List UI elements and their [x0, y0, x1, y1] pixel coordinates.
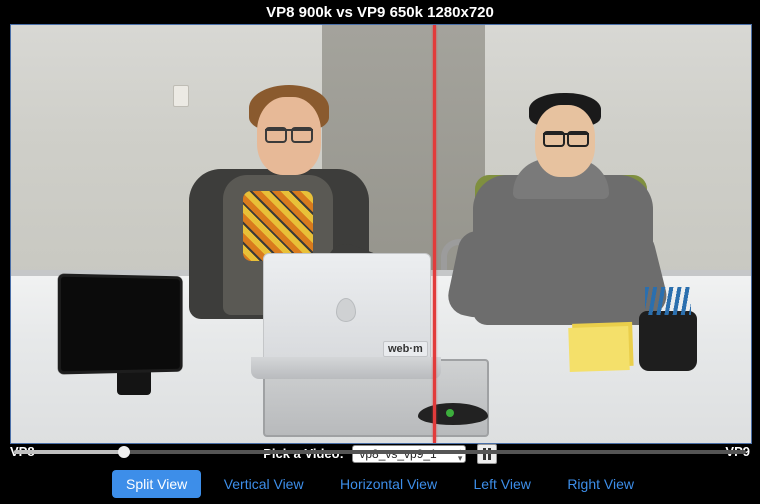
tab-right-view[interactable]: Right View — [553, 470, 648, 498]
tab-vertical-view[interactable]: Vertical View — [210, 470, 318, 498]
seek-track[interactable] — [14, 450, 746, 454]
video-viewport: web·m — [10, 24, 752, 444]
webm-sticker: web·m — [383, 341, 428, 357]
view-mode-tabs: Split View Vertical View Horizontal View… — [0, 470, 760, 498]
page-title: VP8 900k vs VP9 650k 1280x720 — [0, 4, 760, 21]
apple-logo-icon — [336, 298, 356, 322]
seek-progress — [14, 450, 124, 454]
video-compare-app: VP8 900k vs VP9 650k 1280x720 web·m — [0, 0, 760, 504]
person-right — [457, 81, 667, 311]
pause-button[interactable] — [477, 444, 497, 464]
video-scene: web·m — [11, 25, 751, 443]
tab-horizontal-view[interactable]: Horizontal View — [326, 470, 451, 498]
controls-bar: VP8 VP9 Pick a Video: vp8_vs_vp9_1 ▴▾ Sp… — [0, 444, 760, 504]
pen-cup-icon — [639, 311, 697, 371]
split-divider[interactable] — [433, 25, 436, 443]
conference-mic-icon — [418, 403, 488, 425]
sticky-notes-icon — [568, 326, 629, 372]
tab-split-view[interactable]: Split View — [112, 470, 201, 498]
tablet-icon — [58, 274, 183, 375]
video-select[interactable]: vp8_vs_vp9_1 ▴▾ — [352, 445, 466, 463]
seek-thumb[interactable] — [118, 446, 130, 458]
tab-left-view[interactable]: Left View — [460, 470, 545, 498]
